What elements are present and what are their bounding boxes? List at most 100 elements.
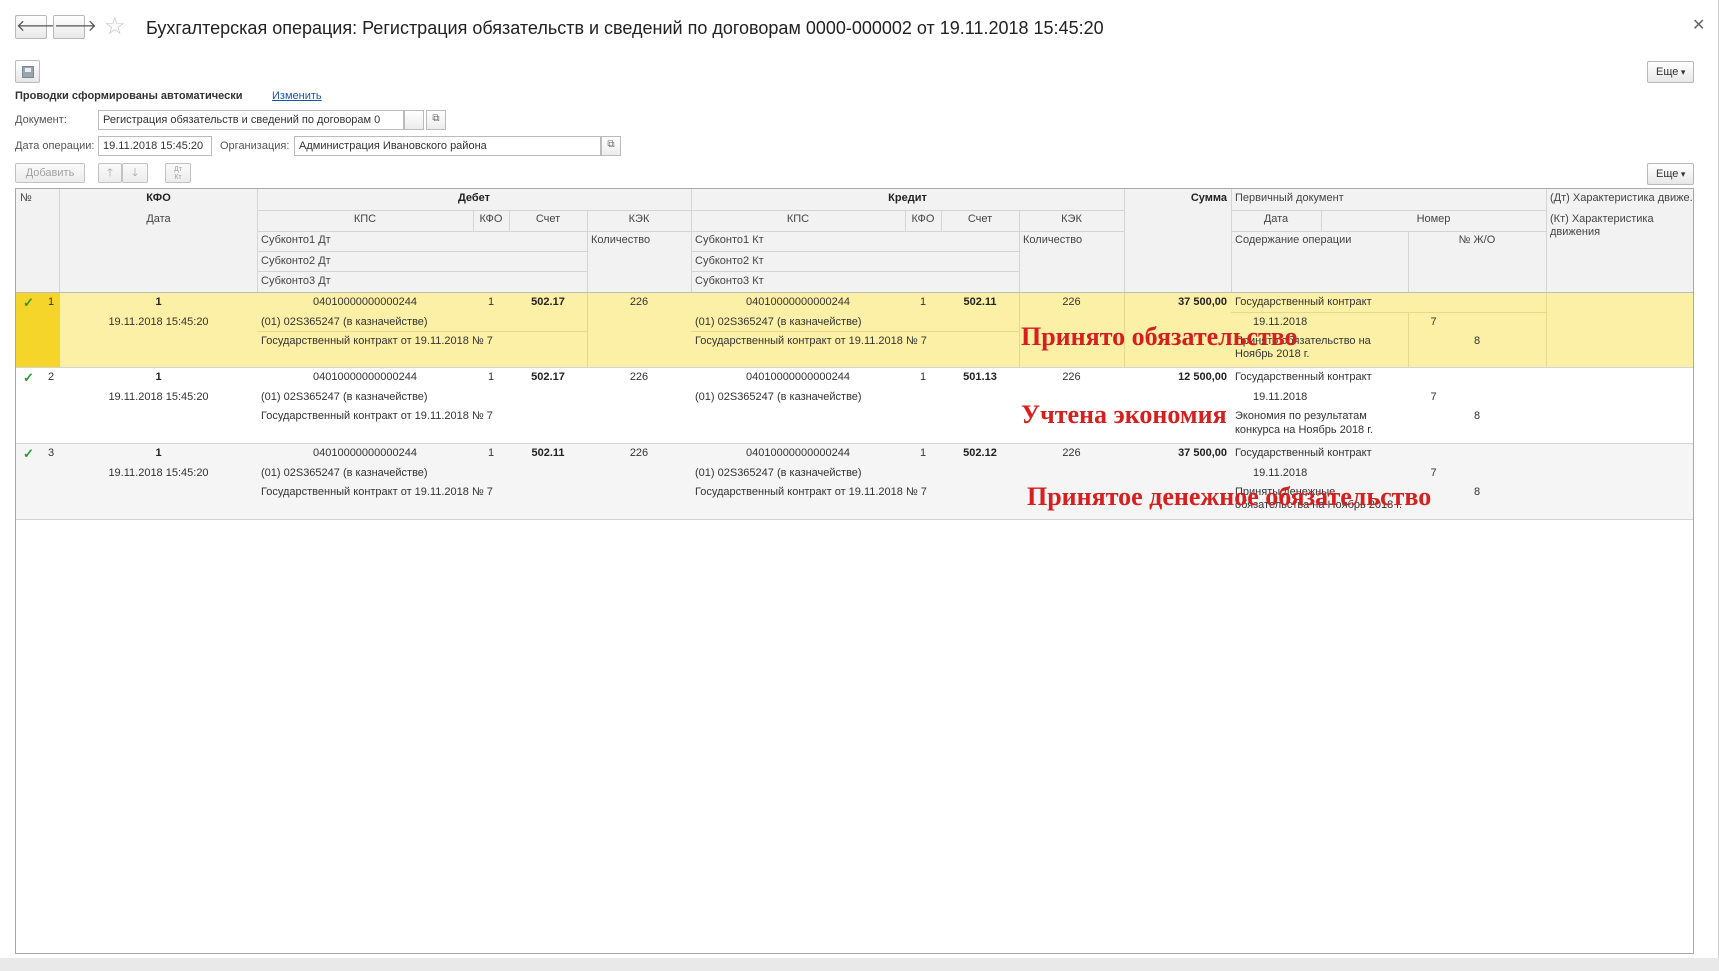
move-down-button[interactable]: 🡓	[122, 163, 148, 183]
row-2-content-1: Экономия по результатам	[1235, 410, 1367, 422]
annotation-monetary-commitment: Принятое денежное обязательство	[1027, 482, 1432, 511]
row-1-dt-sub1: (01) 02S365247 (в казначействе)	[261, 316, 428, 328]
row-2-kt-sub1: (01) 02S365247 (в казначействе)	[695, 391, 862, 403]
save-button[interactable]	[15, 60, 40, 83]
row-2-kt-account: 501.13	[963, 371, 997, 383]
row-1-kt-kps: 04010000000000244	[745, 296, 850, 308]
row-3-pd-name: Государственный контракт	[1235, 447, 1372, 459]
row-3-kt-account: 502.12	[963, 447, 997, 459]
row-1-dt-sub2: Государственный контракт от 19.11.2018 №…	[261, 335, 493, 347]
col-num: №	[20, 192, 32, 204]
back-button[interactable]: 🡐	[15, 15, 59, 39]
row-1-kt-kfo: 1	[919, 296, 927, 308]
col-dt-kfo: КФО	[479, 213, 503, 225]
row-1-num: 1	[48, 296, 55, 308]
document-open-button[interactable]: ⧉	[426, 110, 446, 130]
row-2-kt-kps: 04010000000000244	[745, 371, 850, 383]
row-3-check-icon: ✓	[23, 446, 34, 461]
row-2-pd-date: 19.11.2018	[1253, 391, 1308, 403]
row-1-kt-account: 502.11	[963, 296, 997, 308]
row-1-kfo: 1	[155, 296, 162, 308]
add-button[interactable]: Добавить	[15, 163, 85, 183]
row-3-kt-kps: 04010000000000244	[745, 447, 850, 459]
row-3-kt-sub2: Государственный контракт от 19.11.2018 №…	[695, 486, 927, 498]
date-field[interactable]: 19.11.2018 15:45:20	[98, 136, 212, 156]
col-pd-date: Дата	[1263, 213, 1289, 225]
postings-table: № КФО Дата Дебет Кредит КПС КФО Счет КЭК…	[15, 188, 1694, 954]
col-dt-qty: Количество	[591, 234, 651, 246]
row-2-num: 2	[48, 371, 55, 383]
row-3-dt-kps: 04010000000000244	[312, 447, 417, 459]
col-sum: Сумма	[1190, 192, 1227, 204]
row-1-kt-sub2: Государственный контракт от 19.11.2018 №…	[695, 335, 927, 347]
row-2-kfo: 1	[155, 371, 162, 383]
row-1-pd-number: 7	[1430, 316, 1437, 328]
document-label: Документ:	[15, 114, 67, 126]
row-3-pd-number: 7	[1430, 467, 1437, 479]
annotation-commitment: Принято обязательство	[1021, 322, 1298, 351]
col-date: Дата	[146, 213, 171, 225]
arrow-up-icon: 🡑	[107, 167, 113, 179]
row-1-dt-kps: 04010000000000244	[312, 296, 417, 308]
star-icon[interactable]: ☆	[104, 14, 126, 40]
row-3-pd-date: 19.11.2018	[1253, 467, 1308, 479]
close-icon[interactable]: ✕	[1692, 15, 1705, 35]
row-3-num: 3	[48, 447, 55, 459]
row-2-check-icon: ✓	[23, 370, 34, 385]
row-1-check-icon: ✓	[23, 295, 34, 310]
document-field[interactable]: Регистрация обязательств и сведений по д…	[98, 110, 404, 130]
row-2-journal: 8	[1473, 410, 1481, 422]
col-sub1-dt: Субконто1 Дт	[261, 234, 331, 246]
arrow-down-icon: 🡓	[132, 167, 138, 179]
kt-label: Кт	[174, 174, 182, 181]
auto-postings-label: Проводки сформированы автоматически	[15, 90, 243, 102]
row-2-dt-sub1: (01) 02S365247 (в казначействе)	[261, 391, 428, 403]
col-kt-char-1: (Кт) Характеристика	[1550, 213, 1654, 225]
swap-dt-kt-button[interactable]: Дт Кт	[165, 163, 191, 183]
col-kt-kps: КПС	[786, 213, 810, 225]
row-1-dt-kek: 226	[629, 296, 649, 308]
col-pd-number: Номер	[1416, 213, 1451, 225]
row-3-date: 19.11.2018 15:45:20	[108, 467, 209, 479]
col-dt-kps: КПС	[353, 213, 377, 225]
row-3-kt-kfo: 1	[919, 447, 927, 459]
col-kt-account: Счет	[967, 213, 993, 225]
annotation-savings: Учтена экономия	[1021, 400, 1227, 429]
row-2-sum: 12 500,00	[1178, 371, 1227, 383]
row-2-date: 19.11.2018 15:45:20	[108, 391, 209, 403]
row-1-kt-sub1: (01) 02S365247 (в казначействе)	[695, 316, 862, 328]
org-field[interactable]: Администрация Ивановского района	[294, 136, 601, 156]
table-more-button[interactable]: Еще	[1647, 163, 1695, 185]
row-2-content-2: конкурса на Ноябрь 2018 г.	[1235, 424, 1373, 436]
arrow-right-icon: 🡒	[54, 18, 97, 35]
col-kt-kek: КЭК	[1061, 213, 1082, 225]
date-label: Дата операции:	[15, 140, 95, 152]
row-1-journal: 8	[1473, 335, 1481, 347]
status-strip	[0, 958, 1719, 971]
move-up-button[interactable]: 🡑	[98, 163, 122, 183]
dt-label: Дт	[174, 166, 182, 173]
col-kt-qty: Количество	[1023, 234, 1083, 246]
window-title: Бухгалтерская операция: Регистрация обяз…	[146, 18, 1104, 38]
forward-button[interactable]: 🡒	[53, 15, 97, 39]
row-3-dt-account: 502.11	[531, 447, 565, 459]
col-credit: Кредит	[888, 192, 927, 204]
org-open-button[interactable]: ⧉	[601, 136, 621, 156]
change-link[interactable]: Изменить	[272, 90, 322, 102]
col-kt-char-2: движения	[1550, 226, 1601, 238]
row-2-kt-kfo: 1	[919, 371, 927, 383]
row-1-dt-kfo: 1	[487, 296, 495, 308]
col-sub2-kt: Субконто2 Кт	[695, 255, 764, 267]
row-2-dt-kfo: 1	[487, 371, 495, 383]
col-op-content: Содержание операции	[1235, 234, 1352, 246]
col-sub3-kt: Субконто3 Кт	[695, 275, 764, 287]
col-kfo: КФО	[146, 192, 171, 204]
col-debit: Дебет	[457, 192, 491, 204]
row-2-pd-name: Государственный контракт	[1235, 371, 1372, 383]
more-button[interactable]: Еще	[1647, 61, 1695, 83]
col-kt-kfo: КФО	[911, 213, 935, 225]
row-3-dt-kfo: 1	[487, 447, 495, 459]
col-sub1-kt: Субконто1 Кт	[695, 234, 764, 246]
row-2-pd-number: 7	[1430, 391, 1437, 403]
row-3-kt-sub1: (01) 02S365247 (в казначействе)	[695, 467, 862, 479]
